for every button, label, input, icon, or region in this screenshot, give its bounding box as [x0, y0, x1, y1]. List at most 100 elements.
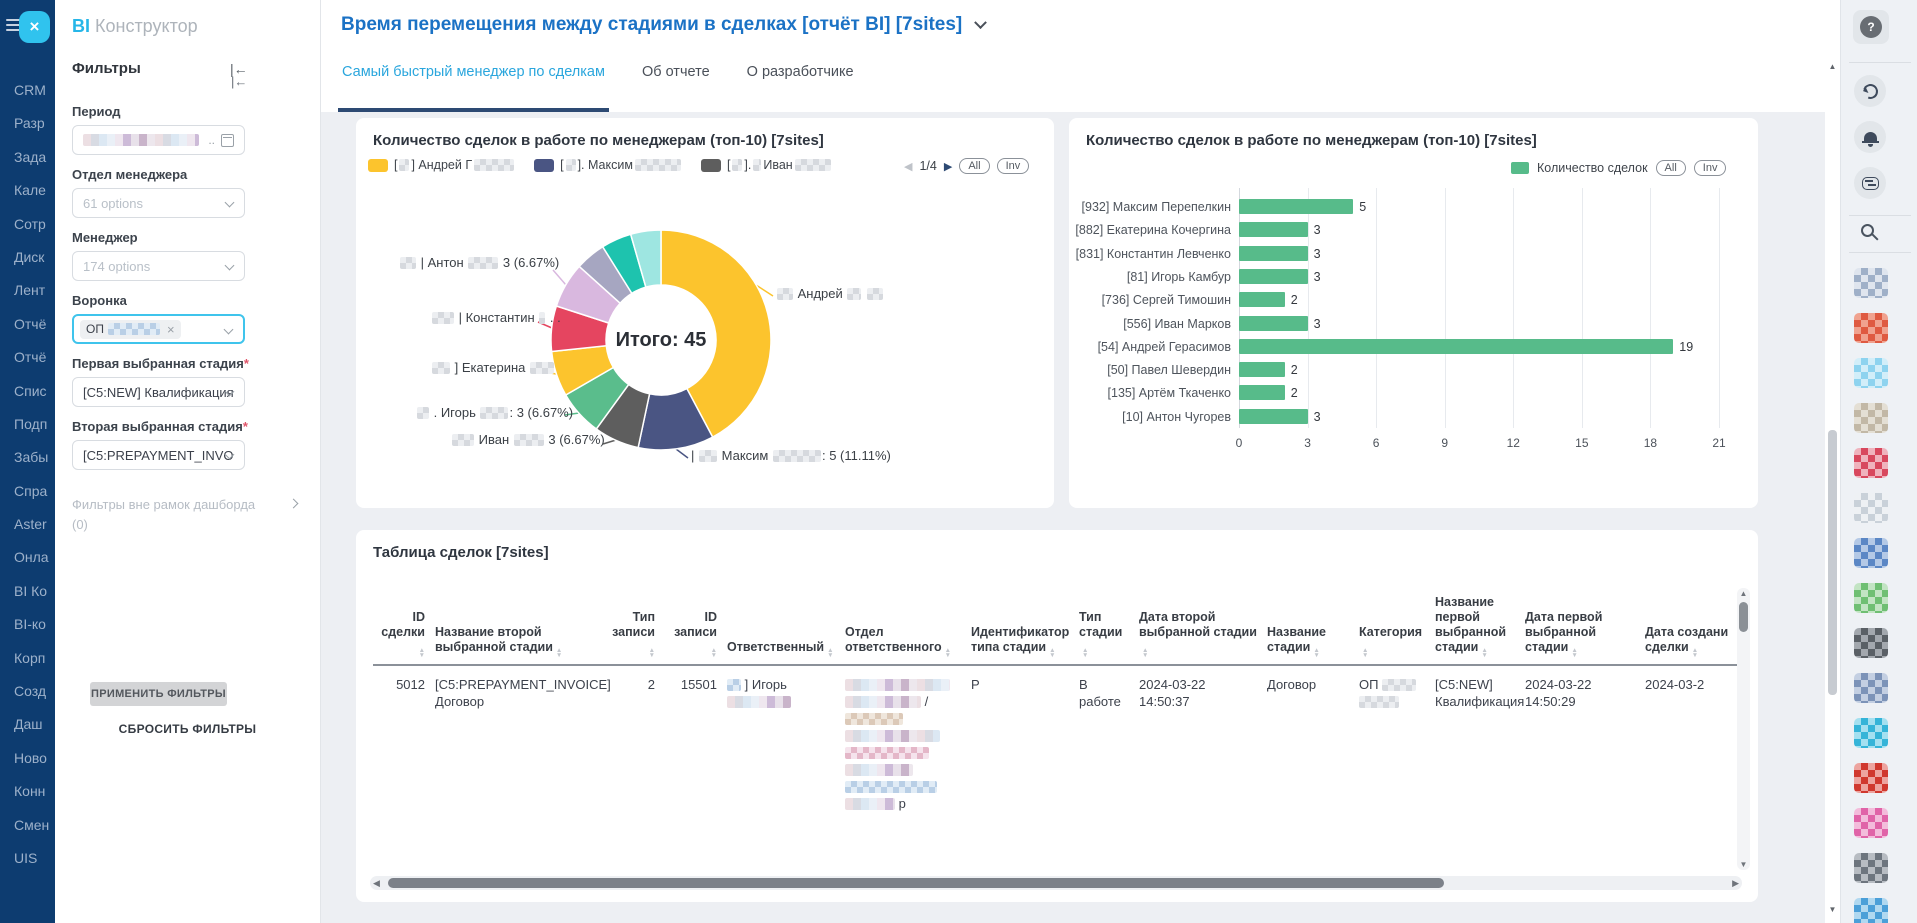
sort-icon[interactable]: ▲▼	[711, 649, 717, 658]
close-button[interactable]: ×	[19, 11, 50, 43]
nav-item[interactable]: Спра	[14, 475, 55, 508]
sort-icon[interactable]: ▲▼	[419, 649, 425, 658]
nav-item[interactable]: Сотр	[14, 208, 55, 241]
sort-icon[interactable]: ▲▼	[945, 649, 951, 658]
bar[interactable]	[1239, 246, 1308, 261]
app-icon-blurred[interactable]	[1854, 853, 1888, 883]
bar[interactable]	[1239, 292, 1285, 307]
outer-filters-toggle[interactable]: Фильтры вне рамок дашборда (0)	[72, 497, 302, 532]
scroll-up-icon[interactable]: ▲	[1825, 62, 1840, 71]
first-stage-select[interactable]: [C5:NEW] Квалификация	[72, 377, 245, 407]
app-icon-blurred[interactable]	[1854, 403, 1888, 433]
sort-icon[interactable]: ▲▼	[1481, 649, 1487, 658]
column-header[interactable]: Дата первой выбранной стадии▲▼	[1525, 610, 1645, 658]
nav-item[interactable]: Забы	[14, 441, 55, 474]
help-button[interactable]: ?	[1853, 10, 1889, 44]
nav-item[interactable]: Спис	[14, 375, 55, 408]
reset-filters-button[interactable]: СБРОСИТЬ ФИЛЬТРЫ	[55, 722, 320, 736]
app-icon-blurred[interactable]	[1854, 313, 1888, 343]
nav-item[interactable]: Даш	[14, 708, 55, 741]
app-icon-blurred[interactable]	[1854, 898, 1888, 923]
scrollbar-thumb[interactable]	[1828, 430, 1837, 695]
column-header[interactable]: ID сделки▲▼	[373, 610, 435, 658]
nav-item[interactable]: Созд	[14, 675, 55, 708]
app-icon-blurred[interactable]	[1854, 673, 1888, 703]
tab-fastest-manager[interactable]: Самый быстрый менеджер по сделкам	[342, 64, 605, 112]
nav-item[interactable]: Кале	[14, 174, 55, 207]
sort-icon[interactable]: ▲▼	[556, 649, 562, 658]
column-header[interactable]: Ответственный▲▼	[727, 640, 845, 658]
sort-icon[interactable]: ▲▼	[1142, 649, 1148, 658]
table-vertical-scrollbar[interactable]: ▲ ▼	[1737, 588, 1750, 870]
column-header[interactable]: Идентификатор типа стадии▲▼	[971, 625, 1079, 658]
sort-icon[interactable]: ▲▼	[1082, 649, 1088, 658]
bar[interactable]	[1239, 362, 1285, 377]
bar[interactable]	[1239, 199, 1353, 214]
page-title[interactable]: Время перемещения между стадиями в сделк…	[341, 14, 985, 36]
scroll-left-icon[interactable]: ◀	[373, 878, 380, 889]
funnel-select[interactable]: ОП ×	[72, 314, 245, 344]
bar[interactable]	[1239, 316, 1308, 331]
notifications-button[interactable]	[1854, 121, 1886, 153]
nav-item[interactable]: Лент	[14, 274, 55, 307]
bar[interactable]	[1239, 269, 1308, 284]
scroll-right-icon[interactable]: ▶	[1732, 878, 1739, 889]
tab-about-developer[interactable]: О разработчике	[747, 64, 854, 112]
nav-item[interactable]: Подп	[14, 408, 55, 441]
scrollbar-thumb[interactable]	[1739, 602, 1748, 632]
department-select[interactable]: 61 options	[72, 188, 245, 218]
sort-icon[interactable]: ▲▼	[1571, 649, 1577, 658]
nav-item[interactable]: UIS	[14, 842, 55, 875]
bar-all-button[interactable]: All	[1656, 160, 1686, 176]
column-header[interactable]: Название второй выбранной стадии▲▼	[435, 625, 607, 658]
nav-item[interactable]: Ново	[14, 742, 55, 775]
nav-item[interactable]: CRM	[14, 74, 55, 107]
period-input[interactable]: ..	[72, 125, 245, 155]
app-icon-blurred[interactable]	[1854, 448, 1888, 478]
column-header[interactable]: Категория▲▼	[1359, 625, 1435, 658]
nav-item[interactable]: Корп	[14, 642, 55, 675]
nav-item[interactable]: Отчё	[14, 341, 55, 374]
sync-button[interactable]	[1854, 75, 1886, 107]
nav-item[interactable]: Отчё	[14, 308, 55, 341]
table-row[interactable]: 5012 [C5:PREPAYMENT_INVOICE]Договор 2 15…	[373, 666, 1745, 812]
nav-item[interactable]: BI Ко	[14, 575, 55, 608]
column-header[interactable]: Дата создани сделки▲▼	[1645, 625, 1745, 658]
bar[interactable]	[1239, 222, 1308, 237]
sort-icon[interactable]: ▲▼	[827, 649, 833, 658]
column-header[interactable]: Дата второй выбранной стадии▲▼	[1139, 610, 1267, 658]
scroll-down-icon[interactable]: ▼	[1825, 905, 1840, 914]
scroll-down-icon[interactable]: ▼	[1737, 860, 1750, 869]
column-header[interactable]: Отдел ответственного▲▼	[845, 625, 971, 658]
app-icon-blurred[interactable]	[1854, 718, 1888, 748]
second-stage-select[interactable]: [C5:PREPAYMENT_INVOIC...	[72, 440, 245, 470]
column-header[interactable]: Тип стадии▲▼	[1079, 610, 1139, 658]
app-icon-blurred[interactable]	[1854, 763, 1888, 793]
nav-item[interactable]: BI-ко	[14, 608, 55, 641]
nav-item[interactable]: Диск	[14, 241, 55, 274]
nav-item[interactable]: Конн	[14, 775, 55, 808]
app-icon-blurred[interactable]	[1854, 268, 1888, 298]
app-icon-blurred[interactable]	[1854, 583, 1888, 613]
nav-item[interactable]: Зада	[14, 141, 55, 174]
bar[interactable]	[1239, 385, 1285, 400]
table-horizontal-scrollbar[interactable]: ◀ ▶	[370, 876, 1742, 890]
manager-select[interactable]: 174 options	[72, 251, 245, 281]
chat-button[interactable]	[1854, 167, 1886, 199]
nav-item[interactable]: Смен	[14, 809, 55, 842]
search-icon[interactable]	[1861, 224, 1874, 237]
nav-item[interactable]: Разр	[14, 107, 55, 140]
column-header[interactable]: Название стадии▲▼	[1267, 625, 1359, 658]
collapse-panel-icon[interactable]: |←	[231, 74, 247, 89]
sort-icon[interactable]: ▲▼	[1692, 649, 1698, 658]
nav-item[interactable]: Онла	[14, 541, 55, 574]
scroll-up-icon[interactable]: ▲	[1737, 589, 1750, 598]
scrollbar-thumb[interactable]	[388, 878, 1444, 888]
column-header[interactable]: Название первой выбранной стадии▲▼	[1435, 595, 1525, 658]
column-header[interactable]: ID записи▲▼	[665, 610, 727, 658]
nav-item[interactable]: Aster	[14, 508, 55, 541]
column-header[interactable]: Тип записи▲▼	[607, 610, 665, 658]
app-icon-blurred[interactable]	[1854, 628, 1888, 658]
sort-icon[interactable]: ▲▼	[1313, 649, 1319, 658]
apply-filters-button[interactable]: ПРИМЕНИТЬ ФИЛЬТРЫ	[90, 682, 227, 706]
